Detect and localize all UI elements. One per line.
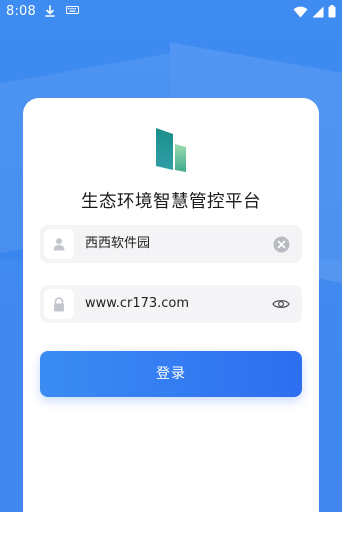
status-time: 8:08 — [6, 4, 36, 19]
wifi-icon — [293, 6, 308, 22]
keyboard-icon — [66, 5, 79, 21]
status-bar: 8:08 — [0, 0, 342, 24]
password-field[interactable]: www.cr173.com — [40, 285, 302, 323]
password-value[interactable]: www.cr173.com — [85, 285, 189, 323]
user-icon — [44, 229, 74, 259]
app-title: 生态环境智慧管控平台 — [81, 192, 261, 212]
login-screen: 8:08 生态环境智慧管控平台 西西软件园 www.cr173.com 登录 — [0, 0, 342, 558]
login-card: 生态环境智慧管控平台 西西软件园 www.cr173.com 登录 — [23, 98, 319, 512]
app-logo-icon — [153, 126, 189, 172]
status-icons-right — [293, 5, 336, 22]
username-value[interactable]: 西西软件园 — [85, 225, 150, 263]
username-field[interactable]: 西西软件园 — [40, 225, 302, 263]
login-button[interactable]: 登录 — [40, 351, 302, 397]
clear-icon[interactable] — [272, 235, 290, 253]
eye-icon[interactable] — [272, 295, 290, 313]
lock-icon — [44, 289, 74, 319]
status-icons-left — [44, 5, 79, 21]
bottom-background — [0, 512, 342, 558]
battery-icon — [328, 5, 336, 22]
signal-icon — [312, 6, 324, 22]
download-icon — [44, 5, 56, 21]
